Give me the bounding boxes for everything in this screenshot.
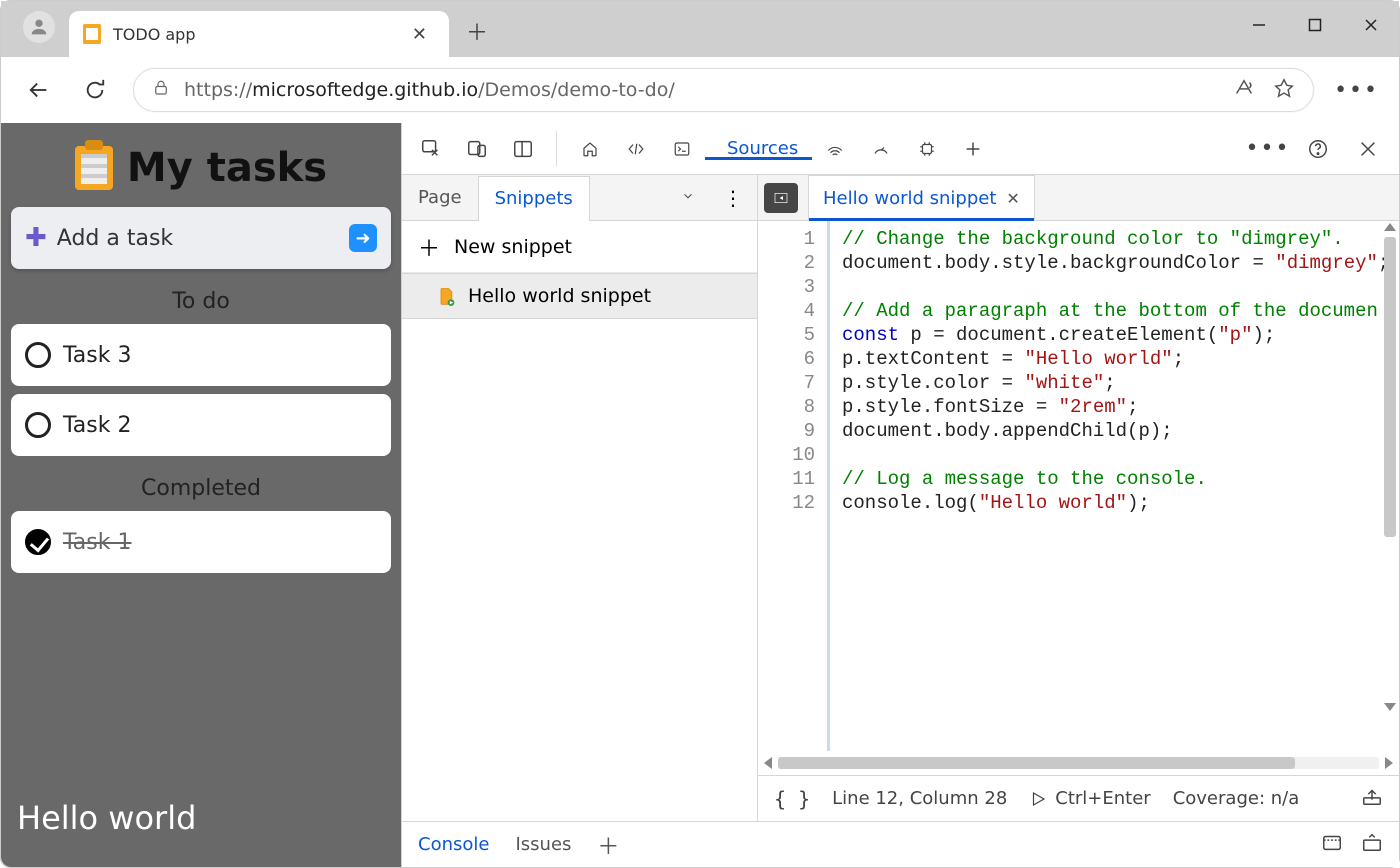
rendered-page: My tasks ✚ Add a task ➜ To do Task 3 Task… [1,123,401,867]
task-row[interactable]: Task 2 [11,394,391,456]
dock-side-icon[interactable] [500,138,546,160]
horizontal-scrollbar[interactable] [758,751,1399,775]
drawer-tab-console[interactable]: Console [418,834,489,855]
devtools-toolbar: Sources ••• [402,123,1399,175]
close-tab-icon[interactable]: ✕ [404,20,435,49]
submit-task-button[interactable]: ➜ [349,224,377,252]
window-close-button[interactable] [1343,1,1399,49]
injected-paragraph: Hello world [11,789,391,857]
navigator-overflow-chevron[interactable] [667,188,709,207]
tab-network[interactable] [812,138,858,160]
device-toggle-icon[interactable] [454,138,500,160]
new-snippet-button[interactable]: ＋ New snippet [402,221,757,273]
tab-sources[interactable]: Sources [705,138,812,159]
task-row[interactable]: Task 3 [11,324,391,386]
read-aloud-icon[interactable] [1233,77,1255,104]
task-row[interactable]: Task 1 [11,511,391,573]
devtools-panel: Sources ••• Page Snippets ⋮ [401,123,1399,867]
tab-performance[interactable] [858,138,904,160]
address-bar: https://microsoftedge.github.io/Demos/de… [1,57,1399,123]
add-task-input[interactable]: ✚ Add a task ➜ [11,207,391,269]
line-gutter: 123456789101112 [758,221,830,751]
drawer-errors-icon[interactable] [1321,831,1343,858]
vertical-scrollbar[interactable] [1383,223,1397,711]
window-titlebar: TODO app ✕ ＋ [1,1,1399,57]
devtools-help-button[interactable] [1295,138,1341,160]
navigator-more-button[interactable]: ⋮ [709,186,757,210]
task-label: Task 3 [63,343,131,368]
tab-console[interactable] [659,138,705,160]
close-editor-tab-icon[interactable]: ✕ [1006,189,1019,208]
plus-icon: ＋ [418,231,440,263]
code-content[interactable]: // Change the background color to "dimgr… [827,221,1399,751]
url-text: https://microsoftedge.github.io/Demos/de… [184,79,1219,101]
url-field[interactable]: https://microsoftedge.github.io/Demos/de… [133,68,1314,112]
plus-icon: ✚ [25,223,47,253]
tab-elements[interactable] [613,138,659,160]
devtools-drawer: Console Issues ＋ [402,821,1399,867]
task-label: Task 2 [63,413,131,438]
editor-tab[interactable]: Hello world snippet ✕ [808,175,1035,220]
snippet-list-item[interactable]: Hello world snippet [402,273,757,319]
task-checkbox[interactable] [25,529,51,555]
section-done-label: Completed [11,476,391,501]
cursor-position: Line 12, Column 28 [832,788,1007,809]
more-tabs-button[interactable] [950,138,996,160]
page-title: My tasks [11,145,391,191]
task-label: Task 1 [63,530,131,555]
window-maximize-button[interactable] [1287,1,1343,49]
lock-icon [152,79,170,102]
navigator-tab-page[interactable]: Page [402,175,478,220]
navigator-tab-snippets[interactable]: Snippets [478,176,590,221]
add-task-placeholder: Add a task [57,226,173,251]
sources-navigator: Page Snippets ⋮ ＋ New snippet Hello worl… [402,175,758,821]
devtools-close-button[interactable] [1345,138,1391,160]
new-tab-button[interactable]: ＋ [457,11,497,51]
clipboard-favicon [83,24,101,44]
back-button[interactable] [21,72,57,108]
devtools-more-button[interactable]: ••• [1245,136,1291,161]
inspect-element-icon[interactable] [408,138,454,160]
tab-title: TODO app [113,25,404,44]
refresh-button[interactable] [77,72,113,108]
snippet-file-icon [436,286,456,306]
sources-editor: Hello world snippet ✕ 123456789101112 //… [758,175,1399,821]
favorite-icon[interactable] [1273,77,1295,104]
run-snippet-hint[interactable]: Ctrl+Enter [1029,788,1150,809]
editor-status-bar: { } Line 12, Column 28 Ctrl+Enter Covera… [758,775,1399,821]
task-checkbox[interactable] [25,412,51,438]
load-file-button[interactable] [1361,785,1383,812]
drawer-add-tab-button[interactable]: ＋ [597,829,619,861]
tab-memory[interactable] [904,138,950,160]
toggle-navigator-button[interactable] [764,183,798,213]
clipboard-icon [75,146,113,190]
pretty-print-button[interactable]: { } [774,787,810,811]
profile-avatar[interactable] [23,11,55,43]
browser-menu-button[interactable]: ••• [1334,78,1379,103]
tab-welcome[interactable] [567,138,613,160]
drawer-tab-issues[interactable]: Issues [515,834,571,855]
coverage-status: Coverage: n/a [1173,788,1300,809]
section-todo-label: To do [11,289,391,314]
task-checkbox[interactable] [25,342,51,368]
drawer-expand-icon[interactable] [1361,831,1383,858]
code-editor[interactable]: 123456789101112 // Change the background… [758,221,1399,751]
browser-tab[interactable]: TODO app ✕ [69,11,449,57]
window-minimize-button[interactable] [1231,1,1287,49]
